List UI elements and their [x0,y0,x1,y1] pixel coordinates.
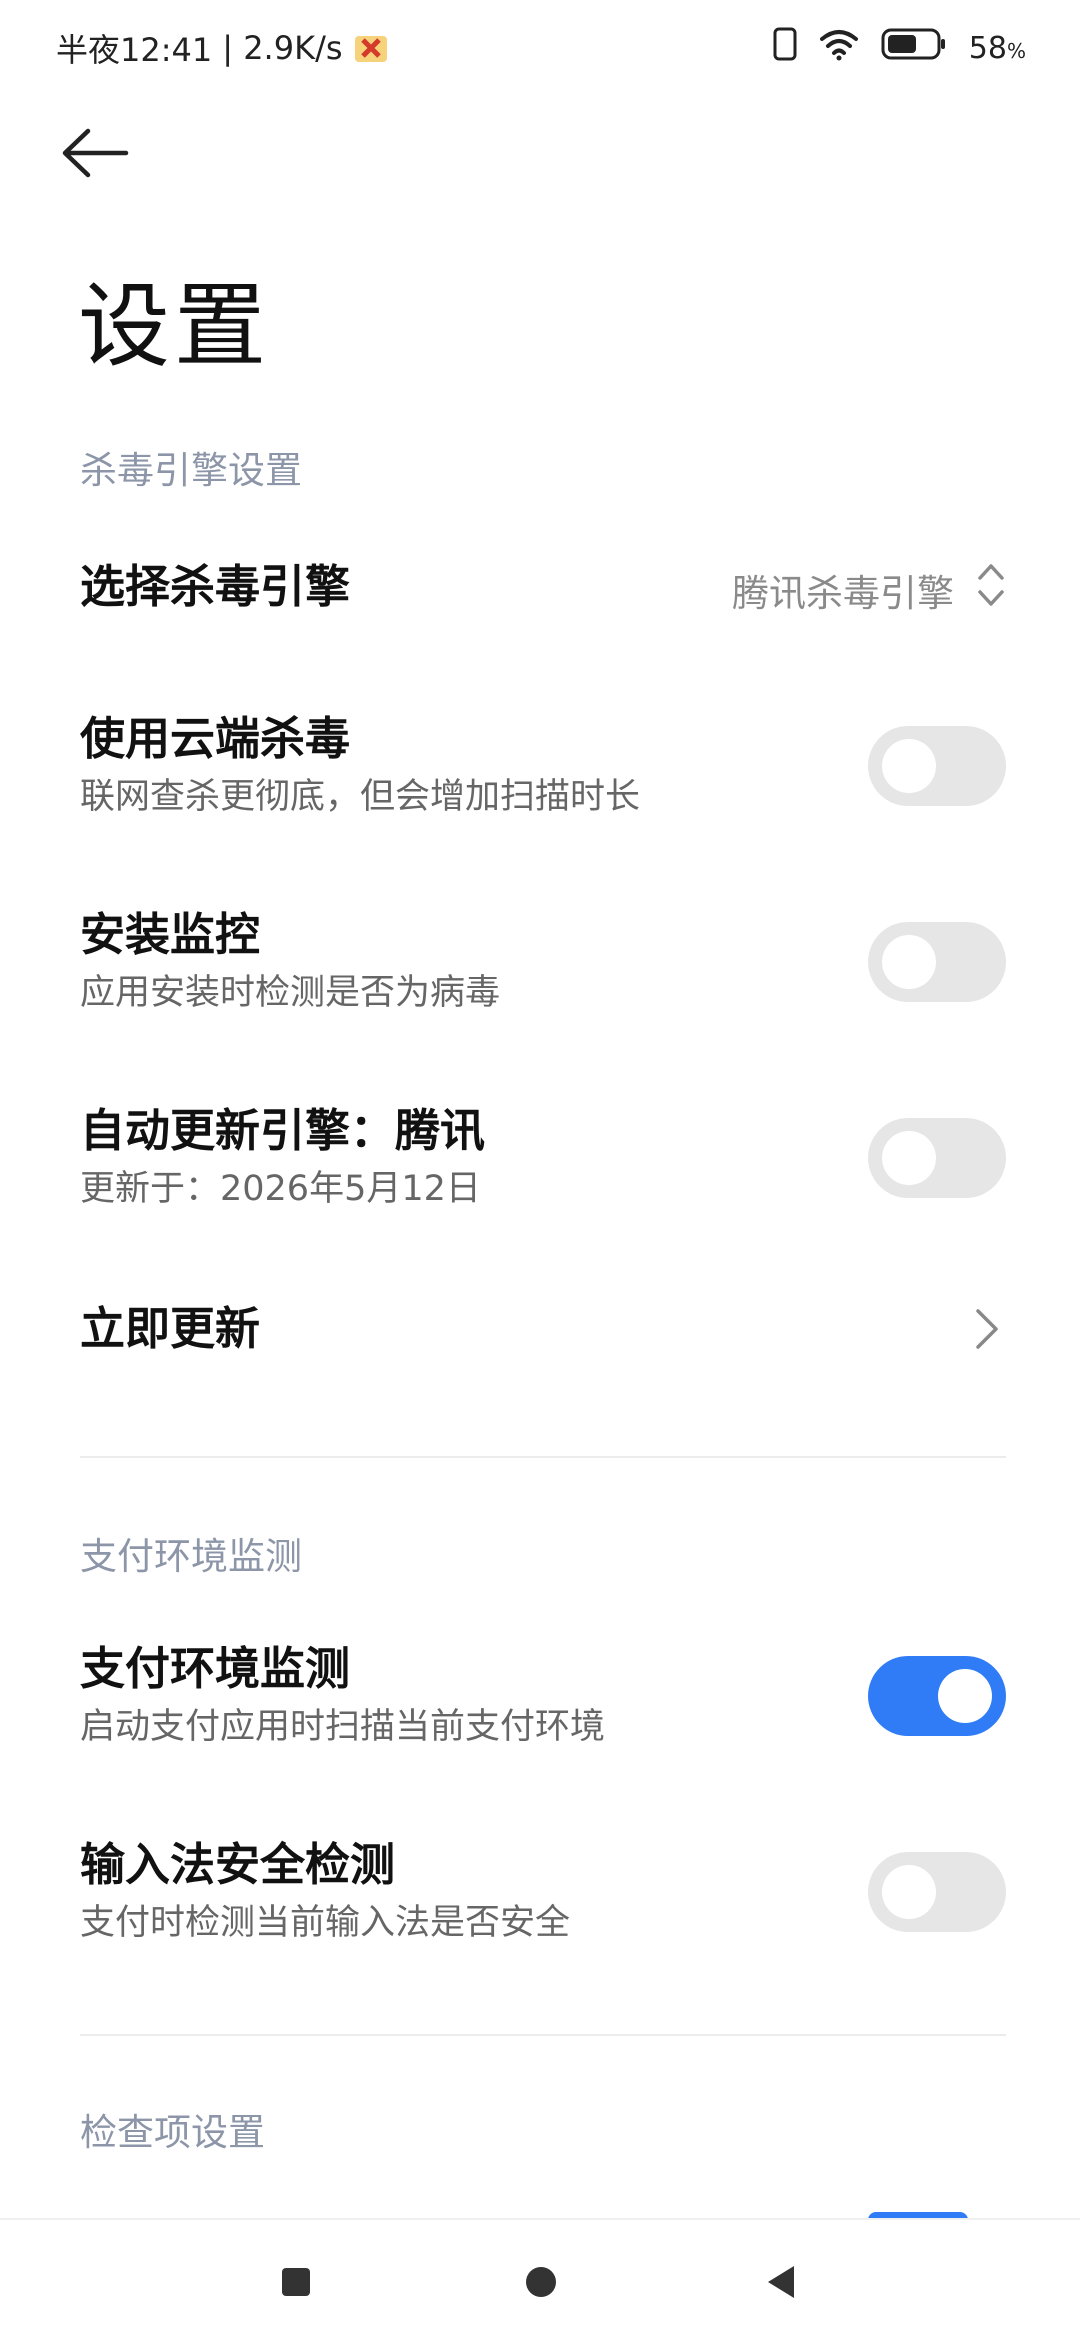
recent-apps-button[interactable] [282,2268,310,2296]
status-right: 58% [773,27,1026,69]
sim-icon [773,27,797,69]
toggle-knob [882,739,936,793]
section-header-payment: 支付环境监测 [80,1535,302,1578]
auto-update-subtitle: 更新于：2026年5月12日 [80,1169,481,1209]
install-monitor-toggle[interactable] [868,922,1006,1002]
engine-selected-value: 腾讯杀毒引擎 [732,571,954,615]
home-button[interactable] [526,2267,556,2297]
section-header-checks: 检查项设置 [80,2111,265,2154]
status-left: 半夜12:41 | 2.9K/s [56,25,389,71]
chevron-right-icon [972,1305,1002,1353]
page-title: 设置 [78,273,271,380]
network-speed: | 2.9K/s [222,29,343,67]
ime-check-title: 输入法安全检测 [80,1838,396,1891]
section-divider [80,2034,1006,2036]
toggle-knob [882,935,936,989]
engine-selector[interactable]: 腾讯杀毒引擎 [732,560,1006,619]
system-back-button[interactable] [768,2266,794,2298]
auto-update-toggle[interactable] [868,1118,1006,1198]
back-button[interactable] [60,110,160,200]
battery-percent: 58% [968,30,1026,66]
toggle-knob [882,1131,936,1185]
toggle-knob [938,1669,992,1723]
payment-monitor-title: 支付环境监测 [80,1642,351,1695]
battery-icon [881,28,947,68]
section-divider [80,1456,1006,1458]
payment-monitor-subtitle: 启动支付应用时扫描当前支付环境 [80,1707,606,1747]
arrow-left-icon [60,128,130,182]
status-bar: 半夜12:41 | 2.9K/s 58% [0,0,1080,96]
up-down-chevron-icon [976,560,1006,619]
payment-monitor-toggle[interactable] [868,1656,1006,1736]
cloud-scan-title: 使用云端杀毒 [80,712,351,765]
cloud-scan-toggle[interactable] [868,726,1006,806]
app-notification-icon [353,30,389,66]
ime-check-subtitle: 支付时检测当前输入法是否安全 [80,1903,571,1943]
auto-update-title: 自动更新引擎：腾讯 [80,1104,486,1157]
section-header-engine: 杀毒引擎设置 [80,449,302,492]
update-now-title: 立即更新 [80,1302,261,1355]
toggle-knob [882,1865,936,1919]
cloud-scan-subtitle: 联网查杀更彻底，但会增加扫描时长 [80,777,641,817]
wifi-icon [819,27,859,69]
status-time: 半夜12:41 [56,31,213,69]
install-monitor-title: 安装监控 [80,908,261,961]
system-nav-bar [0,2218,1080,2340]
update-now-row[interactable]: 立即更新 [80,1302,1006,1356]
ime-check-toggle[interactable] [868,1852,1006,1932]
install-monitor-subtitle: 应用安装时检测是否为病毒 [80,973,501,1013]
settings-screen: 半夜12:41 | 2.9K/s 58% 设置 杀毒引擎设置 选择杀毒引擎 腾讯… [0,0,1080,2340]
